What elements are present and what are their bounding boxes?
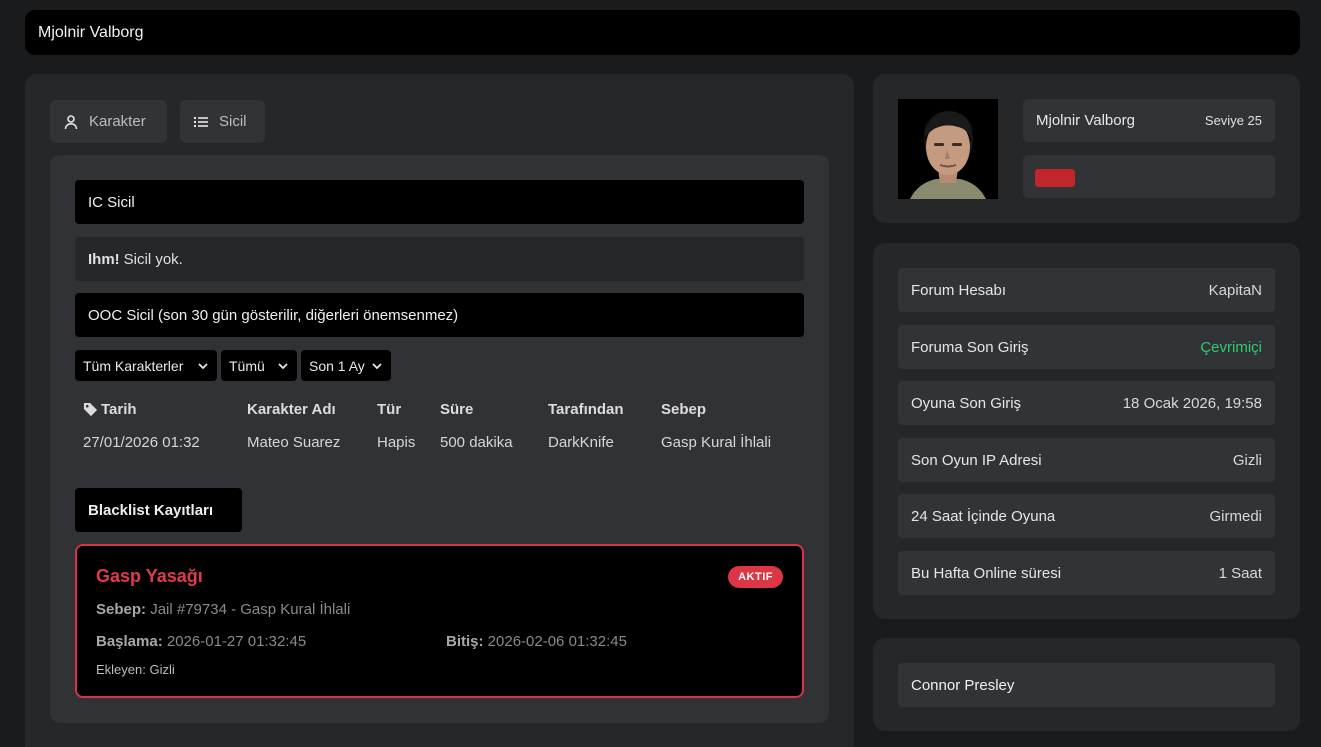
tab-label: Sicil (219, 113, 247, 130)
info-row-game-last-login: Oyuna Son Giriş 18 Ocak 2026, 19:58 (898, 381, 1275, 425)
tab-label: Karakter (89, 113, 146, 130)
profile-level: Seviye 25 (1204, 113, 1262, 128)
record-container: IC Sicil Ihm! Sicil yok. OOC Sicil (son … (50, 155, 829, 723)
blacklist-reason: Sebep: Jail #79734 - Gasp Kural İhlali (96, 601, 351, 618)
note-text: Sicil yok. (123, 250, 183, 268)
account-info-card: Forum Hesabı KapitaN Foruma Son Giriş Çe… (873, 243, 1300, 619)
character-filter-select[interactable]: Tüm Karakterler (75, 350, 217, 381)
table-header: Tarafından (548, 401, 624, 418)
table-header: Sebep (661, 401, 707, 418)
chevron-down-icon (198, 362, 208, 369)
role-tag (1035, 169, 1075, 187)
table-cell: 500 dakika (440, 434, 513, 451)
characters-card: Connor Presley (873, 638, 1300, 731)
ic-record-note: Ihm! Sicil yok. (75, 237, 804, 281)
info-row-forum-account: Forum Hesabı KapitaN (898, 268, 1275, 312)
table-cell: Mateo Suarez (247, 434, 341, 451)
table-header: Tür (377, 401, 402, 418)
tab-karakter[interactable]: Karakter (50, 100, 167, 143)
table-cell: Hapis (377, 434, 416, 451)
info-row-weekly-online: Bu Hafta Online süresi 1 Saat (898, 551, 1275, 595)
period-filter-select[interactable]: Son 1 Ay (301, 350, 391, 381)
profile-card: Mjolnir Valborg Seviye 25 (873, 74, 1300, 223)
tag-icon (83, 402, 98, 417)
page-title: Mjolnir Valborg (38, 23, 144, 41)
filter-bar: Tüm Karakterler Tümü Son 1 Ay (75, 350, 391, 381)
character-list-item[interactable]: Connor Presley (898, 663, 1275, 707)
table-header: Süre (440, 401, 474, 418)
chevron-down-icon (372, 362, 382, 369)
profile-name: Mjolnir Valborg (1036, 112, 1135, 129)
tab-sicil[interactable]: Sicil (180, 100, 265, 143)
note-bold: Ihm! (88, 250, 120, 268)
blacklist-end: Bitiş: 2026-02-06 01:32:45 (446, 633, 627, 650)
blacklist-entry-card: Gasp Yasağı AKTIF Sebep: Jail #79734 - G… (75, 544, 804, 698)
page-header: Mjolnir Valborg (25, 10, 1300, 55)
blacklist-title: Blacklist Kayıtları (75, 488, 242, 532)
user-icon (64, 114, 78, 129)
info-row-last-ip: Son Oyun IP Adresi Gizli (898, 438, 1275, 482)
type-filter-select[interactable]: Tümü (221, 350, 297, 381)
character-portrait-image (898, 99, 998, 199)
main-panel: Karakter Sicil IC Sicil Ihm! Sicil yok. … (25, 74, 854, 747)
table-cell: 27/01/2026 01:32 (83, 434, 200, 451)
ic-record-title: IC Sicil (75, 180, 804, 224)
blacklist-added-by: Ekleyen: Gizli (96, 662, 175, 677)
table-header: Karakter Adı (247, 401, 336, 418)
list-icon (194, 116, 208, 127)
blacklist-start: Başlama: 2026-01-27 01:32:45 (96, 633, 307, 650)
ooc-record-title: OOC Sicil (son 30 gün gösterilir, diğerl… (75, 293, 804, 337)
table-cell: Gasp Kural İhlali (661, 434, 772, 451)
chevron-down-icon (278, 362, 288, 369)
profile-name-box: Mjolnir Valborg Seviye 25 (1023, 99, 1275, 142)
blacklist-entry-name: Gasp Yasağı (96, 566, 203, 586)
table-cell: DarkKnife (548, 434, 614, 451)
info-row-forum-last-login: Foruma Son Giriş Çevrimiçi (898, 325, 1275, 369)
info-row-24h-activity: 24 Saat İçinde Oyuna Girmedi (898, 494, 1275, 538)
table-header-date: Tarih (83, 401, 137, 418)
status-badge: AKTIF (728, 566, 783, 588)
avatar (898, 99, 998, 199)
profile-tag-box (1023, 155, 1275, 198)
